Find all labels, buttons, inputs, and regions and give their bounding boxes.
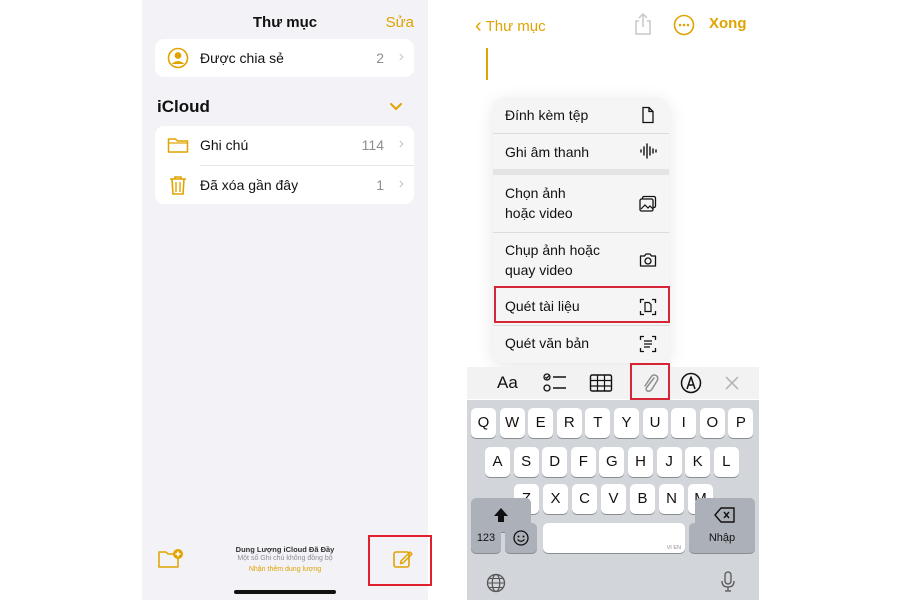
compose-icon[interactable] bbox=[392, 548, 414, 570]
backspace-icon bbox=[714, 507, 735, 523]
folder-row-recently-deleted[interactable]: Đã xóa gần đây 1 › bbox=[155, 166, 414, 204]
numbers-key[interactable]: 123 bbox=[471, 523, 501, 553]
menu-item-label: Chọn ảnh hoặc video bbox=[505, 185, 573, 221]
key-p[interactable]: P bbox=[728, 408, 754, 438]
highlight-box-attachment bbox=[630, 363, 670, 400]
back-label: Thư mục bbox=[485, 18, 546, 35]
key-n[interactable]: N bbox=[659, 484, 684, 514]
chevron-down-icon[interactable] bbox=[388, 98, 404, 114]
key-c[interactable]: C bbox=[572, 484, 597, 514]
key-w[interactable]: W bbox=[499, 408, 525, 438]
waveform-icon bbox=[640, 143, 657, 159]
folders-screen: Thư mục Sửa Được chia sẻ 2 › iCloud Ghi … bbox=[142, 0, 428, 600]
shared-card: Được chia sẻ 2 › bbox=[155, 39, 414, 77]
key-a[interactable]: A bbox=[485, 447, 510, 477]
key-x[interactable]: X bbox=[543, 484, 568, 514]
key-i[interactable]: I bbox=[671, 408, 697, 438]
globe-icon[interactable] bbox=[486, 573, 506, 593]
menu-item-label: Chụp ảnh hoặc quay video bbox=[505, 242, 600, 278]
format-button[interactable]: Aa bbox=[497, 372, 518, 394]
key-q[interactable]: Q bbox=[471, 408, 496, 438]
shift-icon bbox=[494, 508, 508, 522]
space-language-hint: VI EN bbox=[666, 545, 681, 551]
chevron-left-icon: ‹ bbox=[475, 15, 482, 37]
share-icon[interactable] bbox=[633, 12, 653, 36]
table-icon[interactable] bbox=[589, 372, 613, 394]
chevron-right-icon: › bbox=[398, 48, 404, 65]
folder-label: Ghi chú bbox=[200, 137, 249, 153]
menu-item-record-audio[interactable]: Ghi âm thanh bbox=[493, 134, 669, 169]
key-d[interactable]: D bbox=[542, 447, 568, 477]
menu-item-label: Đính kèm tệp bbox=[505, 107, 589, 123]
emoji-icon bbox=[513, 530, 529, 546]
key-y[interactable]: Y bbox=[614, 408, 639, 438]
checklist-icon[interactable] bbox=[543, 372, 567, 394]
photos-icon bbox=[639, 195, 657, 212]
text-cursor bbox=[486, 48, 488, 80]
back-button[interactable]: ‹ Thư mục bbox=[475, 14, 546, 37]
key-h[interactable]: H bbox=[628, 447, 653, 477]
key-l[interactable]: L bbox=[713, 447, 739, 477]
folder-count: 114 bbox=[361, 137, 384, 153]
icloud-folders-card: Ghi chú 114 › Đã xóa gần đây 1 › bbox=[155, 126, 414, 204]
folder-count: 1 bbox=[376, 177, 384, 193]
menu-item-take-photo[interactable]: Chụp ảnh hoặc quay video bbox=[493, 233, 669, 287]
home-indicator bbox=[234, 590, 336, 594]
emoji-key[interactable] bbox=[505, 523, 537, 553]
menu-item-choose-photo[interactable]: Chọn ảnh hoặc video bbox=[493, 175, 669, 232]
key-b[interactable]: B bbox=[630, 484, 655, 514]
key-e[interactable]: E bbox=[528, 408, 554, 438]
key-v[interactable]: V bbox=[601, 484, 626, 514]
close-icon[interactable] bbox=[725, 376, 739, 390]
shared-label: Được chia sẻ bbox=[200, 50, 284, 66]
key-u[interactable]: U bbox=[642, 408, 668, 438]
keyboard: QWERTYUIOP ASDFGHJKL ZXCVBNM 123 VI EN N… bbox=[467, 400, 759, 600]
menu-item-attach-file[interactable]: Đính kèm tệp bbox=[493, 97, 669, 133]
section-title-icloud: iCloud bbox=[157, 97, 210, 116]
shared-row[interactable]: Được chia sẻ 2 › bbox=[155, 39, 414, 77]
key-k[interactable]: K bbox=[685, 447, 711, 477]
note-editor-screen: ‹ Thư mục Xong Đính kèm tệp Ghi âm thanh… bbox=[467, 0, 759, 600]
markup-pen-icon[interactable] bbox=[680, 372, 702, 394]
key-f[interactable]: F bbox=[570, 447, 596, 477]
space-key[interactable]: VI EN bbox=[543, 523, 685, 553]
menu-item-scan-text[interactable]: Quét văn bản bbox=[493, 326, 669, 363]
folder-label: Đã xóa gần đây bbox=[200, 177, 299, 193]
doc-icon bbox=[642, 106, 654, 124]
chevron-right-icon: › bbox=[398, 175, 404, 192]
return-key[interactable]: Nhập bbox=[689, 523, 755, 553]
menu-item-label: Quét văn bản bbox=[505, 335, 590, 351]
key-s[interactable]: S bbox=[513, 447, 539, 477]
more-icon[interactable] bbox=[673, 14, 695, 36]
microphone-icon[interactable] bbox=[720, 571, 736, 593]
shared-count: 2 bbox=[376, 50, 384, 66]
highlight-box-scan-document bbox=[494, 286, 670, 323]
folder-icon bbox=[167, 138, 189, 153]
camera-icon bbox=[639, 253, 657, 267]
trash-icon bbox=[170, 176, 186, 195]
key-j[interactable]: J bbox=[656, 447, 682, 477]
menu-item-label: Ghi âm thanh bbox=[505, 144, 590, 160]
folder-row-notes[interactable]: Ghi chú 114 › bbox=[155, 126, 414, 164]
edit-button[interactable]: Sửa bbox=[386, 14, 414, 31]
key-r[interactable]: R bbox=[556, 408, 582, 438]
formatting-toolbar: Aa bbox=[467, 367, 759, 399]
done-button[interactable]: Xong bbox=[709, 15, 747, 32]
attachment-menu: Đính kèm tệp Ghi âm thanh Chọn ảnh hoặc … bbox=[493, 97, 669, 363]
key-o[interactable]: O bbox=[699, 408, 725, 438]
key-g[interactable]: G bbox=[599, 447, 625, 477]
chevron-right-icon: › bbox=[398, 135, 404, 152]
key-t[interactable]: T bbox=[585, 408, 611, 438]
person-circle-icon bbox=[167, 47, 189, 69]
text-scan-icon bbox=[639, 335, 657, 353]
